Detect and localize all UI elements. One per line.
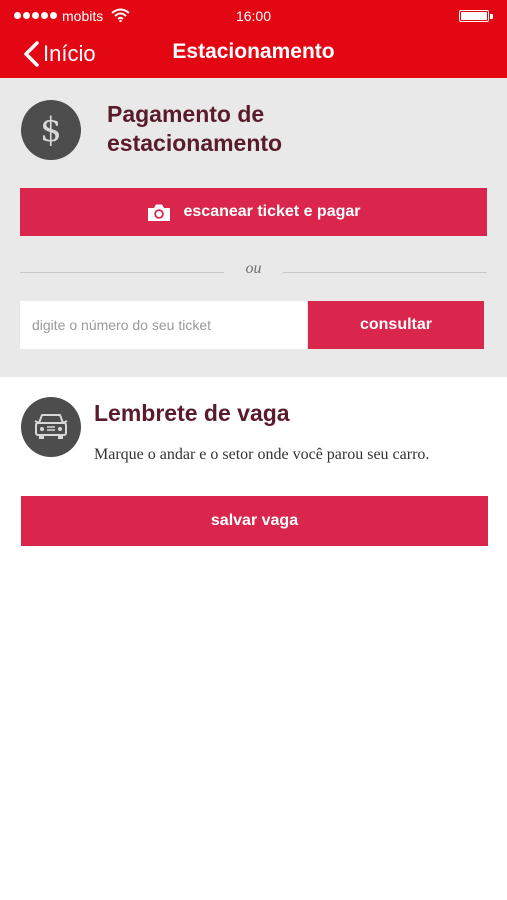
payment-section-title: Pagamento de estacionamento	[107, 101, 283, 156]
divider-line-right	[283, 272, 487, 273]
status-bar: mobits 16:00	[0, 0, 507, 32]
camera-icon	[147, 204, 170, 221]
reminder-description: Marque o andar e o setor onde você parou…	[94, 446, 430, 463]
ticket-number-input[interactable]	[20, 301, 307, 349]
battery-icon	[459, 10, 493, 22]
app-header: mobits 16:00 Início Estacionamento	[0, 0, 507, 78]
scan-ticket-button-label: escanear ticket e pagar	[183, 203, 361, 220]
parking-payment-section: $ Pagamento de estacionamento escanear t…	[0, 78, 507, 377]
status-time: 16:00	[235, 8, 272, 24]
dollar-icon: $	[21, 100, 81, 160]
save-spot-button[interactable]: salvar vaga	[21, 496, 488, 546]
parking-reminder-section: Lembrete de vaga Marque o andar e o seto…	[0, 377, 507, 900]
car-glyph	[34, 414, 68, 439]
or-divider-text: ou	[245, 260, 262, 277]
or-divider: ou	[20, 258, 487, 278]
page-title: Estacionamento	[172, 40, 335, 63]
reminder-section-title: Lembrete de vaga	[94, 400, 290, 426]
car-icon	[21, 397, 81, 457]
scan-ticket-button[interactable]: escanear ticket e pagar	[20, 188, 487, 236]
consult-button[interactable]: consultar	[308, 301, 484, 349]
